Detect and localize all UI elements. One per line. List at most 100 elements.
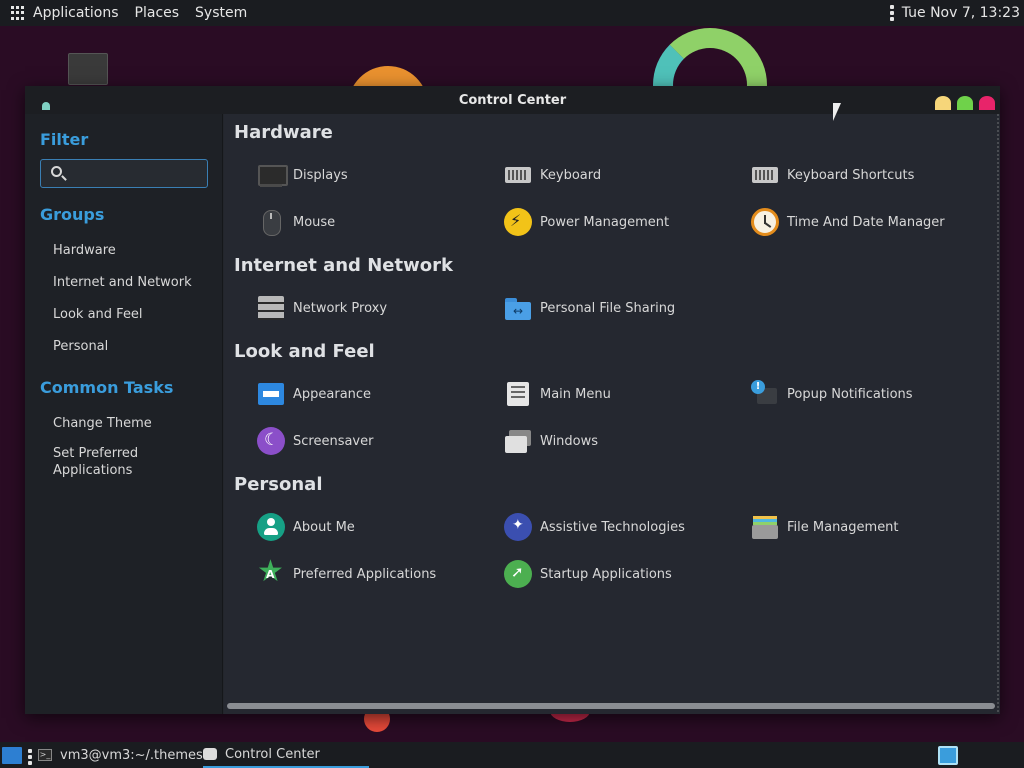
sidebar: Filter Groups Hardware Internet and Netw… [25, 114, 223, 714]
moon-icon [257, 427, 285, 455]
windows-icon [504, 427, 532, 455]
apps-grid-icon[interactable] [11, 6, 25, 20]
item-label: Keyboard Shortcuts [787, 167, 915, 183]
item-file-management[interactable]: File Management [751, 511, 899, 543]
accessibility-icon [504, 513, 532, 541]
notification-icon [751, 380, 779, 408]
maximize-button[interactable] [957, 96, 973, 110]
desktop-computer-icon[interactable] [68, 53, 108, 85]
search-input[interactable] [71, 163, 201, 184]
item-label: Windows [540, 433, 599, 449]
item-label: Network Proxy [293, 300, 388, 316]
item-label: Appearance [293, 386, 372, 402]
titlebar[interactable]: Control Center [25, 86, 1000, 114]
keyboard-icon [751, 161, 779, 189]
item-power-management[interactable]: Power Management [504, 206, 669, 238]
control-center-icon [203, 748, 217, 760]
item-label: Displays [293, 167, 348, 183]
item-screensaver[interactable]: Screensaver [257, 425, 373, 457]
sidebar-item-look-feel[interactable]: Look and Feel [53, 306, 143, 323]
sidebar-item-personal[interactable]: Personal [53, 338, 108, 355]
item-label: Power Management [540, 214, 670, 230]
item-assistive-technologies[interactable]: Assistive Technologies [504, 511, 685, 543]
display-icon [257, 161, 288, 189]
item-label: Personal File Sharing [540, 300, 676, 316]
rocket-icon [504, 560, 532, 588]
item-appearance[interactable]: Appearance [257, 378, 371, 410]
item-displays[interactable]: Displays [257, 159, 348, 191]
panel-handle-icon[interactable] [889, 5, 894, 21]
bottom-panel: >_ vm3@vm3:~/.themes Control Center [0, 742, 1024, 768]
item-label: Assistive Technologies [540, 519, 685, 535]
item-label: Preferred Applications [293, 566, 437, 582]
filter-heading: Filter [40, 130, 89, 149]
window-menu-icon[interactable] [42, 102, 50, 110]
power-icon [504, 208, 532, 236]
sidebar-item-hardware[interactable]: Hardware [53, 242, 116, 259]
server-icon [257, 294, 285, 322]
user-icon [257, 513, 285, 541]
menu-list-icon [504, 380, 532, 408]
search-box[interactable] [40, 159, 208, 188]
menu-applications[interactable]: Applications [33, 5, 119, 21]
groups-heading: Groups [40, 205, 105, 224]
category-title-personal: Personal [234, 474, 323, 495]
taskbar-item-terminal[interactable]: >_ vm3@vm3:~/.themes [38, 742, 203, 768]
item-label: About Me [293, 519, 355, 535]
menu-places[interactable]: Places [135, 5, 180, 21]
keyboard-icon [504, 161, 532, 189]
item-windows[interactable]: Windows [504, 425, 598, 457]
item-preferred-applications[interactable]: Preferred Applications [257, 556, 437, 590]
item-label: File Management [787, 519, 899, 535]
star-icon [257, 556, 285, 588]
shared-folder-icon [504, 294, 532, 322]
item-label: Screensaver [293, 433, 374, 449]
item-popup-notifications[interactable]: Popup Notifications [751, 378, 913, 410]
mouse-cursor-icon [833, 103, 841, 121]
mouse-icon [257, 208, 285, 236]
item-label: Mouse [293, 214, 336, 230]
taskbar-item-label: vm3@vm3:~/.themes [60, 747, 203, 763]
category-title-look-feel: Look and Feel [234, 341, 375, 362]
panel-handle-icon[interactable] [28, 749, 32, 765]
clock[interactable]: Tue Nov 7, 13:23 [902, 5, 1020, 21]
vertical-scrollbar[interactable] [997, 114, 999, 714]
category-title-internet-network: Internet and Network [234, 255, 453, 276]
task-set-preferred-applications[interactable]: Set Preferred Applications [53, 445, 163, 479]
item-main-menu[interactable]: Main Menu [504, 378, 611, 410]
top-panel: Applications Places System Tue Nov 7, 13… [0, 0, 1024, 26]
workspace-switcher-icon[interactable] [938, 746, 958, 765]
appearance-icon [257, 380, 285, 408]
clock-icon [751, 208, 779, 236]
terminal-icon: >_ [38, 749, 52, 761]
item-keyboard-shortcuts[interactable]: Keyboard Shortcuts [751, 159, 914, 191]
taskbar-item-control-center[interactable]: Control Center [203, 742, 369, 768]
item-label: Popup Notifications [787, 386, 913, 402]
category-title-hardware: Hardware [234, 122, 333, 143]
common-tasks-heading: Common Tasks [40, 378, 174, 397]
item-startup-applications[interactable]: Startup Applications [504, 558, 672, 590]
content-area: Hardware Displays Keyboard Keyboard Shor… [224, 114, 1000, 714]
sidebar-item-internet-network[interactable]: Internet and Network [53, 274, 192, 291]
item-keyboard[interactable]: Keyboard [504, 159, 601, 191]
control-center-window: Control Center Filter Groups Hardware In… [25, 86, 1000, 714]
window-title: Control Center [458, 92, 567, 108]
item-network-proxy[interactable]: Network Proxy [257, 292, 387, 324]
item-label: Keyboard [540, 167, 602, 183]
item-time-date-manager[interactable]: Time And Date Manager [751, 206, 945, 238]
menu-system[interactable]: System [195, 5, 247, 21]
item-mouse[interactable]: Mouse [257, 206, 335, 238]
close-button[interactable] [979, 96, 995, 110]
file-cabinet-icon [751, 513, 779, 541]
item-label: Time And Date Manager [787, 214, 945, 230]
task-change-theme[interactable]: Change Theme [53, 415, 152, 432]
horizontal-scrollbar[interactable] [227, 703, 995, 709]
item-about-me[interactable]: About Me [257, 511, 355, 543]
search-icon [51, 166, 62, 177]
item-personal-file-sharing[interactable]: Personal File Sharing [504, 292, 675, 324]
item-label: Startup Applications [540, 566, 672, 582]
taskbar-item-label: Control Center [225, 746, 320, 762]
minimize-button[interactable] [935, 96, 951, 110]
show-desktop-icon[interactable] [2, 747, 22, 764]
item-label: Main Menu [540, 386, 611, 402]
